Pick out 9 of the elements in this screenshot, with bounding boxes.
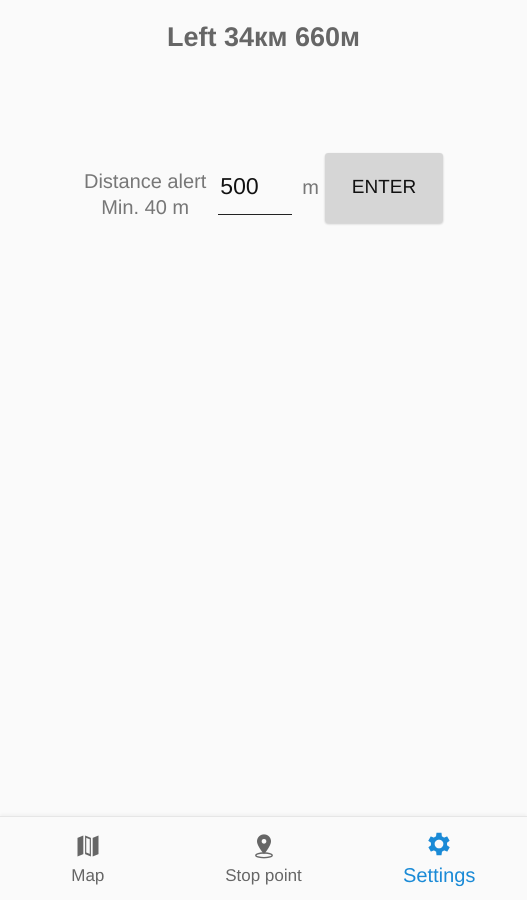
unit-label: m xyxy=(302,176,319,200)
nav-tab[interactable]: Map xyxy=(0,817,176,900)
enter-button[interactable]: ENTER xyxy=(324,153,443,223)
nav-tab[interactable]: Settings xyxy=(351,817,527,900)
distance-input[interactable]: 500 xyxy=(218,171,292,215)
field-hint: Min. 40 m xyxy=(101,196,190,221)
distance-left-title: Left 34км 660м xyxy=(166,22,360,53)
nav-tab[interactable]: Stop point xyxy=(176,817,352,900)
field-label: Distance alert xyxy=(84,170,206,195)
